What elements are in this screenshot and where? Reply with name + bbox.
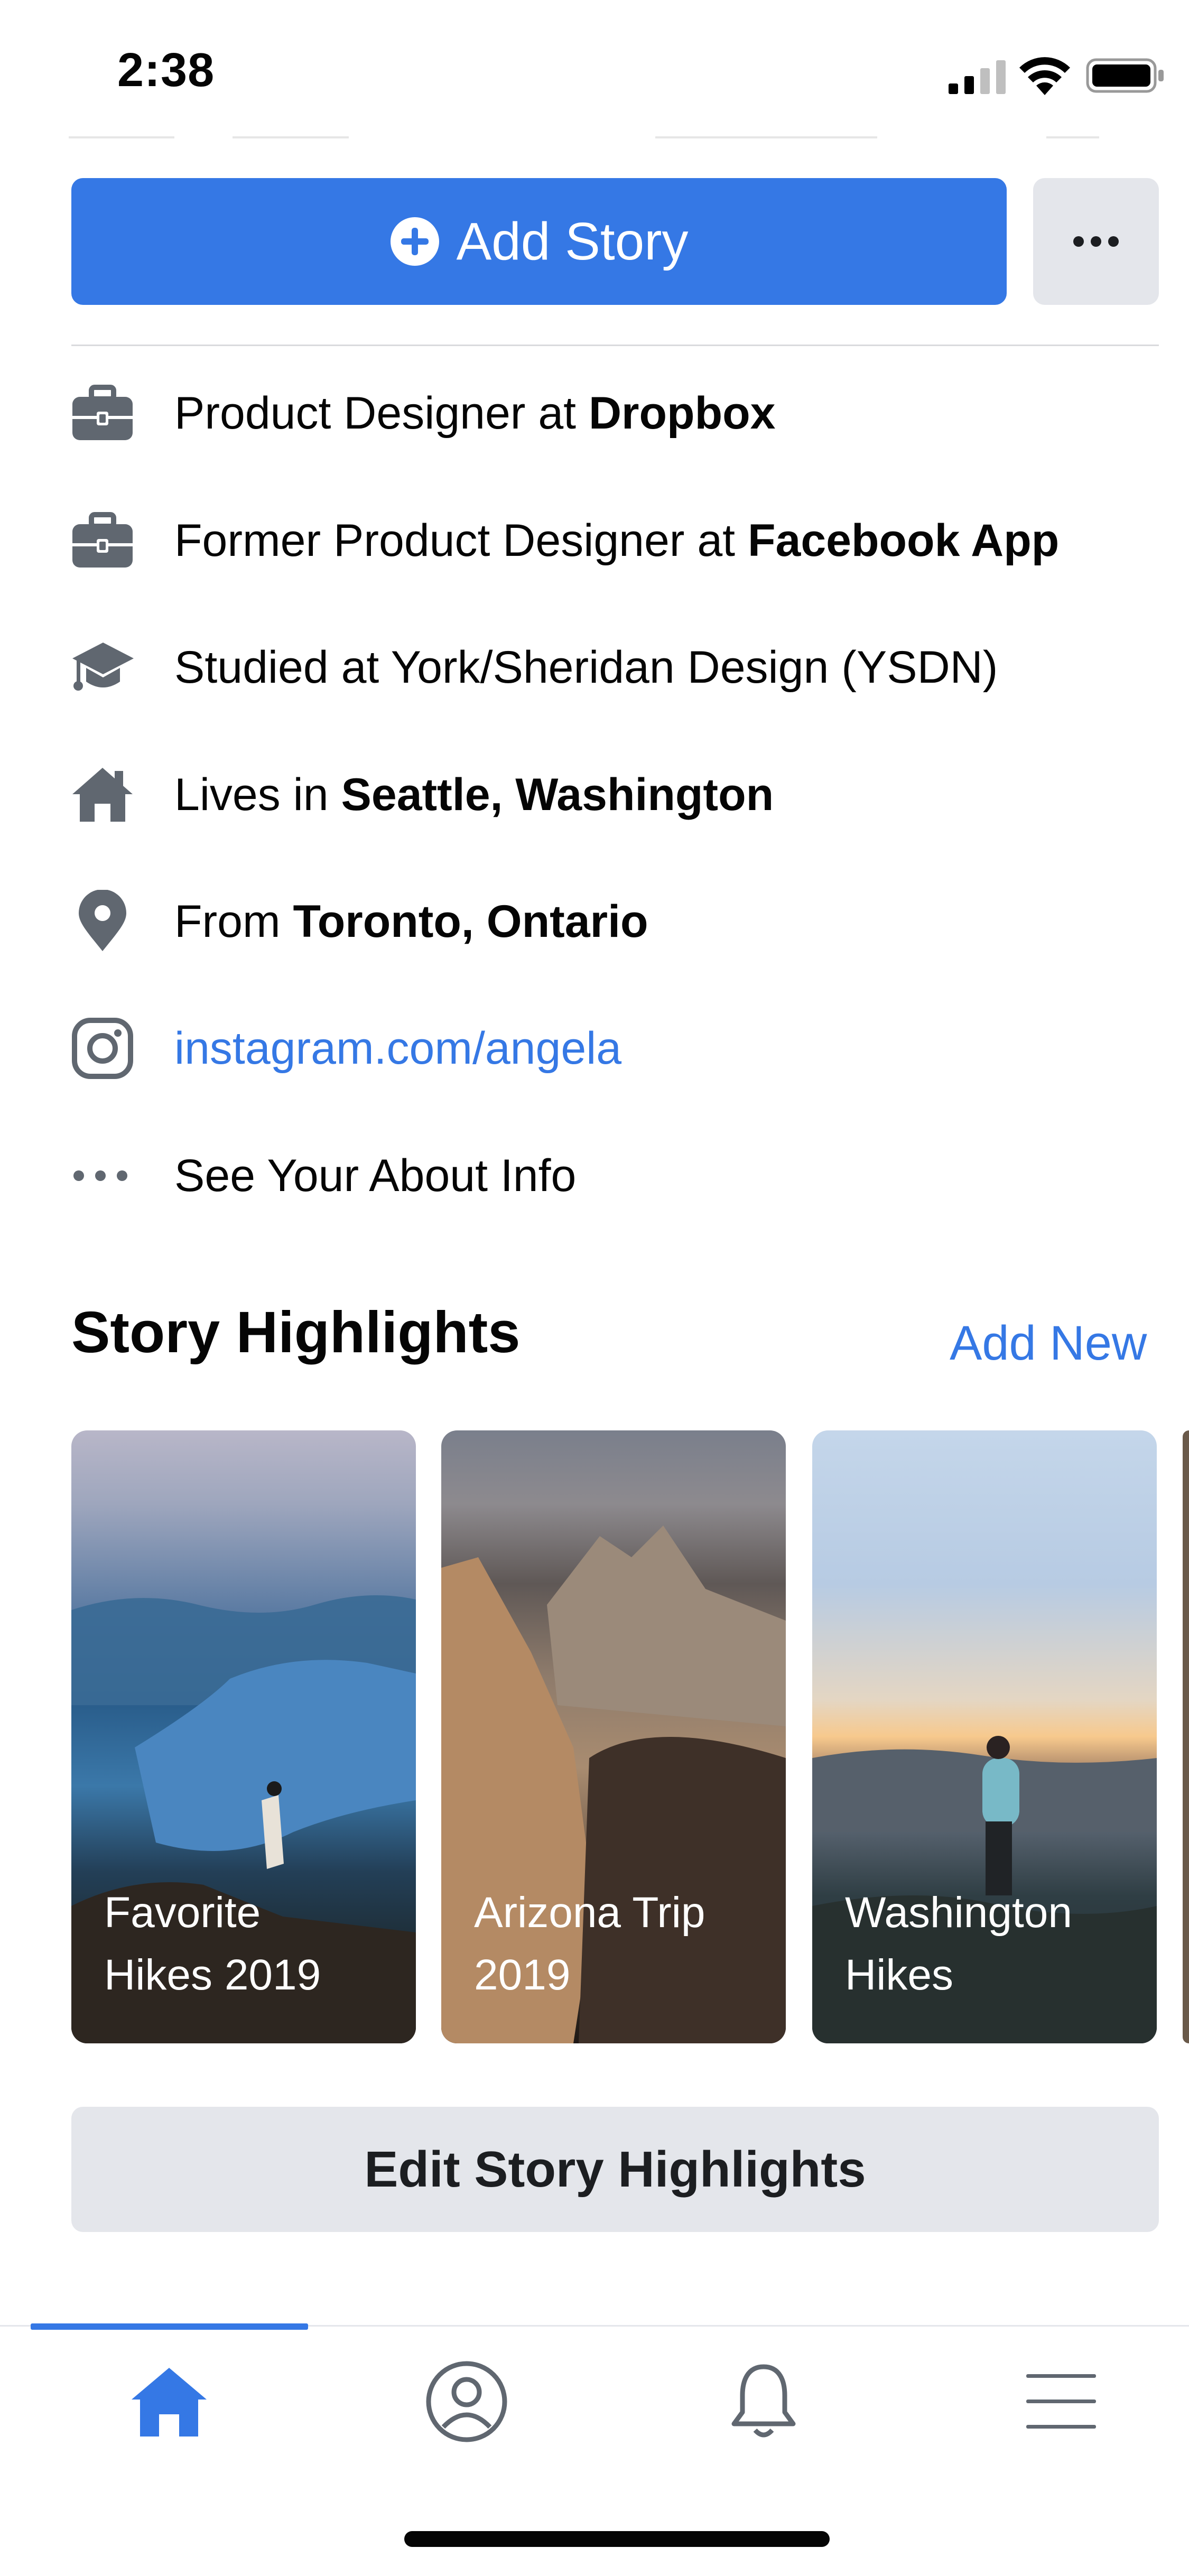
briefcase-icon <box>71 380 137 447</box>
info-instagram: instagram.com/angela <box>71 1011 1171 1085</box>
info-text-bold[interactable]: Dropbox <box>589 388 776 439</box>
ellipsis-icon <box>71 1143 137 1209</box>
active-tab-indicator <box>31 2323 308 2330</box>
more-dots-icon <box>1073 236 1119 247</box>
briefcase-icon <box>71 508 137 574</box>
highlight-card-title-line1: Favorite <box>104 1889 261 1937</box>
info-text-prefix: Lives in <box>174 769 341 820</box>
bell-icon <box>731 2364 796 2438</box>
section-divider <box>71 345 1159 346</box>
cellular-signal-icon <box>949 60 1006 94</box>
info-text-prefix: From <box>174 896 293 947</box>
highlight-card-title-line2: 2019 <box>474 1951 571 1999</box>
info-text-prefix: Former Product Designer at <box>174 515 748 566</box>
home-indicator[interactable] <box>404 2531 830 2547</box>
info-hometown: From Toronto, Ontario <box>71 885 1171 959</box>
add-new-highlight-link[interactable]: Add New <box>950 1316 1147 1371</box>
tab-profile[interactable] <box>419 2354 514 2449</box>
info-text-prefix: Product Designer at <box>174 387 589 439</box>
info-text-bold[interactable]: Toronto, Ontario <box>293 896 648 947</box>
battery-icon <box>1086 58 1164 93</box>
highlight-card-title-line1: Arizona Trip <box>474 1889 705 1937</box>
instagram-link[interactable]: instagram.com/angela <box>174 1022 621 1075</box>
tab-notifications[interactable] <box>716 2354 811 2449</box>
see-about-info-row[interactable]: See Your About Info <box>71 1139 1171 1213</box>
tab-home[interactable] <box>122 2354 217 2449</box>
status-bar: 2:38 <box>0 0 1189 140</box>
scroll-edge-decoration <box>69 136 1099 138</box>
info-education-text: Studied at York/Sheridan Design (YSDN) <box>174 641 998 693</box>
highlight-card-partial[interactable] <box>1183 1430 1189 2043</box>
status-time: 2:38 <box>117 44 215 97</box>
add-story-label: Add Story <box>456 211 689 271</box>
graduation-cap-icon <box>71 635 137 701</box>
info-text-bold[interactable]: Seattle, Washington <box>341 769 774 820</box>
plus-circle-icon <box>391 217 440 266</box>
see-about-info-text: See Your About Info <box>174 1150 577 1201</box>
info-education: Studied at York/Sheridan Design (YSDN) <box>71 630 1171 704</box>
profile-icon <box>426 2361 507 2442</box>
instagram-icon <box>71 1016 137 1082</box>
info-text-bold[interactable]: Facebook App <box>748 515 1059 566</box>
info-work-current: Product Designer at Dropbox <box>71 376 1171 450</box>
story-highlights-title: Story Highlights <box>71 1300 521 1365</box>
info-current-city: Lives in Seattle, Washington <box>71 758 1171 832</box>
more-options-button[interactable] <box>1033 178 1159 305</box>
highlight-card[interactable]: Washington Hikes <box>812 1430 1157 2043</box>
location-pin-icon <box>71 889 137 955</box>
wifi-icon <box>1019 57 1070 95</box>
home-icon <box>132 2368 207 2436</box>
add-story-button[interactable]: Add Story <box>71 178 1007 305</box>
highlight-card-title-line1: Washington <box>845 1889 1072 1937</box>
house-icon <box>71 762 137 828</box>
info-work-former: Former Product Designer at Facebook App <box>71 504 1171 578</box>
edit-story-highlights-button[interactable]: Edit Story Highlights <box>71 2107 1159 2232</box>
menu-icon <box>1026 2374 1096 2429</box>
highlight-card-title-line2: Hikes <box>845 1951 954 1999</box>
highlight-card-title-line2: Hikes 2019 <box>104 1951 321 1999</box>
highlight-card[interactable]: Arizona Trip 2019 <box>441 1430 786 2043</box>
highlight-card[interactable]: Favorite Hikes 2019 <box>71 1430 416 2043</box>
tab-menu[interactable] <box>1014 2354 1109 2449</box>
